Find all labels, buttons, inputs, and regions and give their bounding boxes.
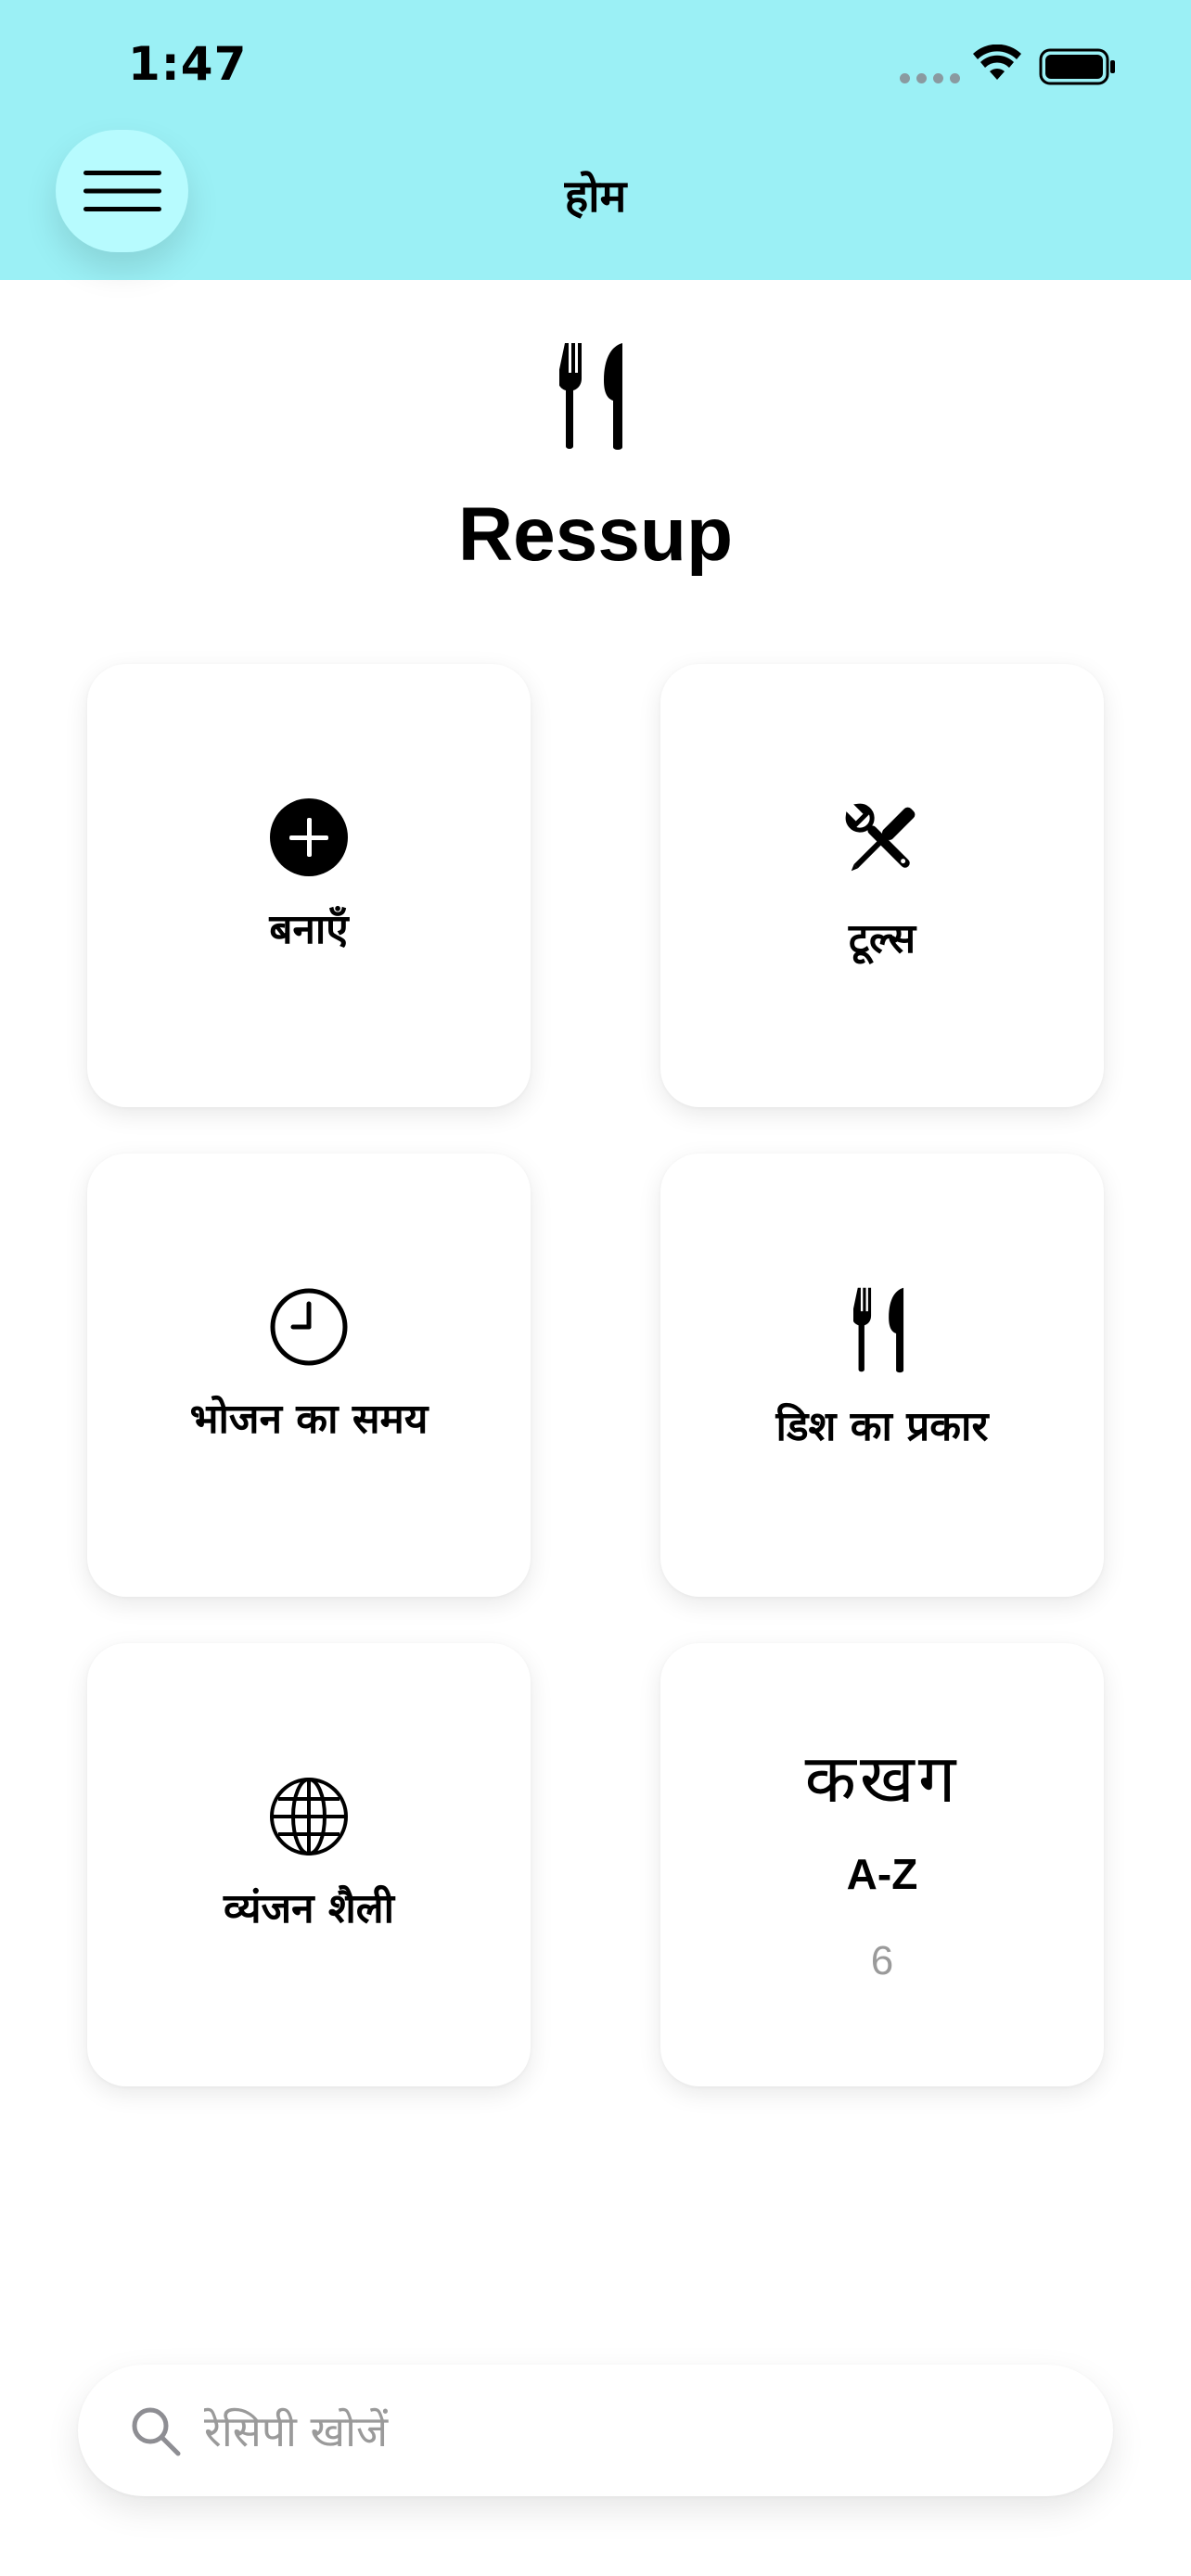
fork-knife-icon bbox=[853, 1287, 904, 1373]
status-time: 1:47 bbox=[128, 37, 248, 91]
battery-icon bbox=[1039, 48, 1115, 85]
fork-knife-icon bbox=[559, 343, 622, 450]
app-title: Ressup bbox=[457, 492, 734, 577]
globe-icon bbox=[270, 1778, 348, 1855]
recipe-count: 6 bbox=[870, 1938, 894, 1983]
meal-time-label: भोजन का समय bbox=[189, 1396, 429, 1443]
dish-type-card[interactable]: डिश का प्रकार bbox=[660, 1154, 1104, 1597]
search-icon bbox=[132, 2407, 181, 2456]
cellular-signal-icon bbox=[900, 73, 960, 83]
create-card[interactable]: बनाएँ bbox=[87, 664, 531, 1107]
page-title: होम bbox=[564, 171, 627, 223]
tools-label: टूल्स bbox=[848, 915, 916, 963]
header-bar: 1:47 होम bbox=[0, 0, 1191, 280]
cuisine-label: व्यंजन शैली bbox=[223, 1885, 395, 1932]
home-screen: 1:47 होम Ressup बनाएँ टूल्स भोजन का समय … bbox=[0, 0, 1191, 2576]
alphabetical-card[interactable]: कखग A-Z 6 bbox=[660, 1643, 1104, 2086]
wrench-screwdriver-icon bbox=[845, 803, 916, 872]
search-bar[interactable] bbox=[78, 2365, 1113, 2496]
cuisine-card[interactable]: व्यंजन शैली bbox=[87, 1643, 531, 2086]
meal-time-card[interactable]: भोजन का समय bbox=[87, 1154, 531, 1597]
search-input[interactable] bbox=[202, 2392, 1078, 2470]
alphabet-range: A-Z bbox=[846, 1850, 918, 1898]
create-label: बनाएँ bbox=[269, 906, 349, 953]
alphabet-letters: कखग bbox=[804, 1740, 960, 1817]
dish-type-label: डिश का प्रकार bbox=[775, 1403, 989, 1450]
clock-icon bbox=[270, 1288, 348, 1366]
tools-card[interactable]: टूल्स bbox=[660, 664, 1104, 1107]
wifi-icon bbox=[973, 45, 1021, 80]
plus-circle-icon bbox=[270, 798, 348, 876]
